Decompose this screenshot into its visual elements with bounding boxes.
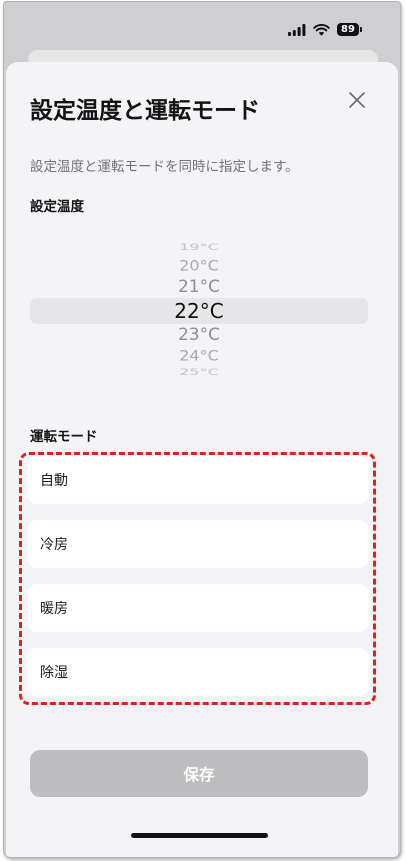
device-screen: 89 設定温度と運転モード 設定温度と運転モードを同時に指定します。 設定温度 … (3, 1, 401, 858)
home-indicator (131, 833, 268, 838)
mode-label: 運転モード (30, 429, 98, 444)
picker-option[interactable]: 20°C (30, 257, 368, 275)
mode-option-label: 除湿 (40, 664, 68, 680)
settings-sheet: 設定温度と運転モード 設定温度と運転モードを同時に指定します。 設定温度 19°… (6, 62, 398, 857)
close-button[interactable] (342, 85, 372, 115)
cellular-signal-icon (288, 24, 306, 36)
picker-option-selected[interactable]: 22°C (30, 301, 368, 321)
save-button[interactable]: 保存 (30, 750, 368, 797)
picker-option[interactable]: 21°C (30, 277, 368, 297)
picker-option[interactable]: 23°C (30, 325, 368, 345)
temperature-picker[interactable]: 19°C 20°C 21°C 22°C 23°C 24°C 25°C (30, 242, 368, 376)
close-icon (349, 92, 365, 108)
picker-option[interactable]: 19°C (30, 242, 368, 253)
mode-option-auto[interactable]: 自動 (27, 456, 369, 504)
picker-option[interactable]: 24°C (30, 347, 368, 365)
mode-option-dry[interactable]: 除湿 (27, 648, 369, 696)
temperature-label: 設定温度 (30, 199, 84, 214)
sheet-description: 設定温度と運転モードを同時に指定します。 (30, 159, 299, 174)
mode-option-cool[interactable]: 冷房 (27, 520, 369, 568)
wifi-icon (313, 24, 330, 36)
mode-option-label: 暖房 (40, 600, 68, 616)
battery-icon: 89 (337, 23, 359, 36)
mode-option-label: 冷房 (40, 536, 68, 552)
mode-option-heat[interactable]: 暖房 (27, 584, 369, 632)
picker-option[interactable]: 25°C (30, 367, 368, 377)
mode-option-label: 自動 (40, 472, 68, 488)
battery-nub (360, 27, 362, 32)
sheet-title: 設定温度と運転モード (30, 97, 260, 123)
